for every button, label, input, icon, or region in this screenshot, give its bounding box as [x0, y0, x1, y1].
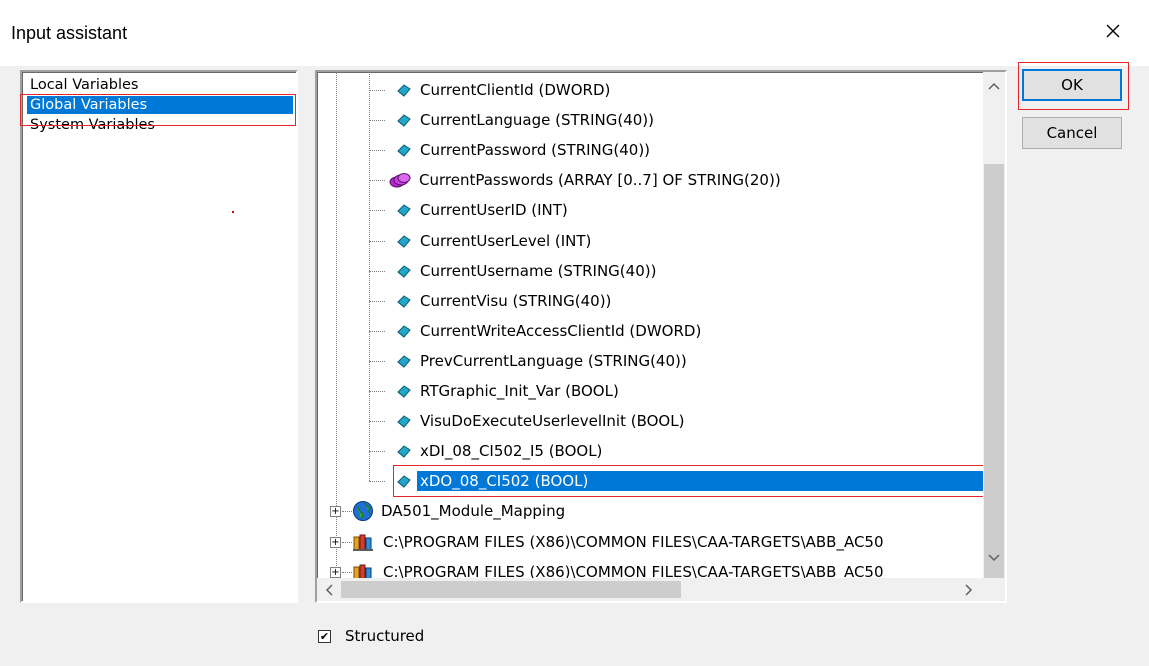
tree-row-label: xDI_08_CI502_I5 (BOOL) [420, 442, 603, 461]
scroll-up-icon[interactable] [988, 82, 1000, 90]
tree-content[interactable]: CurrentClientId (DWORD) CurrentLanguage (… [317, 72, 983, 578]
structured-label: Structured [345, 627, 425, 645]
tree-branch [369, 240, 385, 242]
variable-icon [395, 82, 413, 98]
tree-branch [369, 150, 385, 152]
tree-row-label: CurrentWriteAccessClientId (DWORD) [420, 321, 702, 340]
tree-branch [342, 571, 352, 573]
category-system-variables[interactable]: System Variables [27, 116, 158, 134]
tree-branch [369, 270, 385, 272]
tree-row-label: VisuDoExecuteUserlevelInit (BOOL) [420, 412, 685, 431]
category-local-variables[interactable]: Local Variables [27, 76, 141, 94]
scroll-left-icon[interactable] [325, 584, 333, 596]
tree-row[interactable]: CurrentVisu (STRING(40)) [395, 287, 614, 315]
tree-row-label: CurrentUserID (INT) [420, 201, 568, 220]
tree-row[interactable]: VisuDoExecuteUserlevelInit (BOOL) [395, 407, 687, 435]
category-list[interactable]: Local Variables Global Variables System … [20, 70, 298, 603]
tree-branch [369, 330, 385, 332]
tree-group-label: C:\PROGRAM FILES (X86)\COMMON FILES\CAA-… [383, 562, 884, 578]
tree-branch [369, 210, 385, 212]
tree-row[interactable]: xDO_08_CI502 (BOOL) [395, 467, 983, 495]
variable-icon [395, 112, 413, 128]
tree-branch [369, 481, 385, 483]
variable-icon [395, 142, 413, 158]
close-button[interactable] [1090, 8, 1136, 54]
globe-icon [352, 500, 374, 522]
tree-row-label: xDO_08_CI502 (BOOL) [417, 471, 983, 492]
tree-branch [342, 541, 352, 543]
tree-branch [369, 421, 385, 423]
expand-icon[interactable]: + [330, 506, 341, 518]
tree-row[interactable]: CurrentPasswords (ARRAY [0..7] OF STRING… [388, 166, 784, 194]
structured-option[interactable]: ✔ Structured [318, 627, 424, 645]
vertical-scrollbar[interactable] [983, 72, 1005, 578]
structured-checkbox[interactable]: ✔ [318, 629, 331, 643]
tree-branch [369, 120, 385, 122]
title-bar: Input assistant [0, 0, 1149, 66]
tree-branch [369, 300, 385, 302]
variable-icon [395, 353, 413, 369]
variable-icon [395, 323, 413, 339]
library-icon [352, 562, 376, 578]
close-icon [1106, 24, 1120, 38]
horizontal-scrollbar[interactable] [317, 578, 983, 601]
tree-row[interactable]: CurrentWriteAccessClientId (DWORD) [395, 317, 704, 345]
tree-branch [369, 180, 385, 182]
tree-branch [369, 391, 385, 392]
variable-icon [395, 473, 413, 489]
tree-row[interactable]: CurrentPassword (STRING(40)) [395, 136, 653, 164]
variable-icon [395, 293, 413, 309]
tree-group-row[interactable]: C:\PROGRAM FILES (X86)\COMMON FILES\CAA-… [352, 558, 887, 578]
tree-row-label: PrevCurrentLanguage (STRING(40)) [420, 351, 687, 370]
variable-icon [395, 383, 413, 399]
variable-icon [395, 413, 413, 429]
tree-row-label: CurrentPasswords (ARRAY [0..7] OF STRING… [419, 171, 781, 190]
variable-tree[interactable]: CurrentClientId (DWORD) CurrentLanguage (… [315, 70, 1007, 603]
scroll-right-icon[interactable] [965, 584, 973, 596]
tree-row[interactable]: PrevCurrentLanguage (STRING(40)) [395, 347, 690, 375]
cancel-button[interactable]: Cancel [1022, 117, 1122, 149]
tree-row[interactable]: CurrentUsername (STRING(40)) [395, 257, 659, 285]
tree-row[interactable]: xDI_08_CI502_I5 (BOOL) [395, 437, 605, 465]
tree-row[interactable]: CurrentUserLevel (INT) [395, 227, 594, 255]
array-icon [388, 171, 412, 189]
tree-branch [342, 511, 352, 513]
variable-icon [395, 443, 413, 459]
tree-branch [369, 360, 385, 362]
tree-row-label: CurrentVisu (STRING(40)) [420, 291, 612, 310]
tree-connector-root [336, 72, 337, 578]
tree-row-label: RTGraphic_Init_Var (BOOL) [420, 382, 619, 400]
variable-icon [395, 263, 413, 279]
check-icon: ✔ [319, 629, 330, 643]
variable-icon [395, 233, 413, 249]
tree-row[interactable]: RTGraphic_Init_Var (BOOL) [395, 377, 622, 405]
tree-row[interactable]: CurrentClientId (DWORD) [395, 76, 613, 104]
expand-icon[interactable]: + [330, 566, 341, 578]
tree-branch [369, 451, 385, 453]
tree-row-label: CurrentUsername (STRING(40)) [420, 261, 657, 280]
tree-connector [369, 72, 370, 482]
category-global-variables[interactable]: Global Variables [27, 96, 293, 114]
scroll-corner [983, 578, 1005, 601]
horizontal-scroll-thumb[interactable] [341, 581, 681, 598]
stray-dot [232, 211, 234, 213]
variable-icon [395, 202, 413, 218]
tree-group-label: C:\PROGRAM FILES (X86)\COMMON FILES\CAA-… [383, 532, 884, 551]
window-title: Input assistant [11, 23, 128, 43]
tree-row[interactable]: CurrentUserID (INT) [395, 196, 571, 224]
tree-row-label: CurrentPassword (STRING(40)) [420, 141, 651, 160]
expand-icon[interactable]: + [330, 536, 341, 548]
tree-row[interactable]: CurrentLanguage (STRING(40)) [395, 106, 657, 134]
tree-group-row[interactable]: C:\PROGRAM FILES (X86)\COMMON FILES\CAA-… [352, 528, 887, 556]
vertical-scroll-thumb[interactable] [984, 164, 1004, 578]
scroll-down-icon[interactable] [988, 554, 1000, 562]
tree-group-label: DA501_Module_Mapping [381, 502, 566, 521]
library-icon [352, 532, 376, 552]
tree-branch [369, 90, 385, 91]
tree-row-label: CurrentLanguage (STRING(40)) [420, 111, 655, 130]
tree-row-label: CurrentClientId (DWORD) [420, 81, 611, 99]
ok-button[interactable]: OK [1022, 69, 1122, 101]
tree-row-label: CurrentUserLevel (INT) [420, 231, 592, 250]
tree-group-row[interactable]: DA501_Module_Mapping [352, 497, 568, 525]
